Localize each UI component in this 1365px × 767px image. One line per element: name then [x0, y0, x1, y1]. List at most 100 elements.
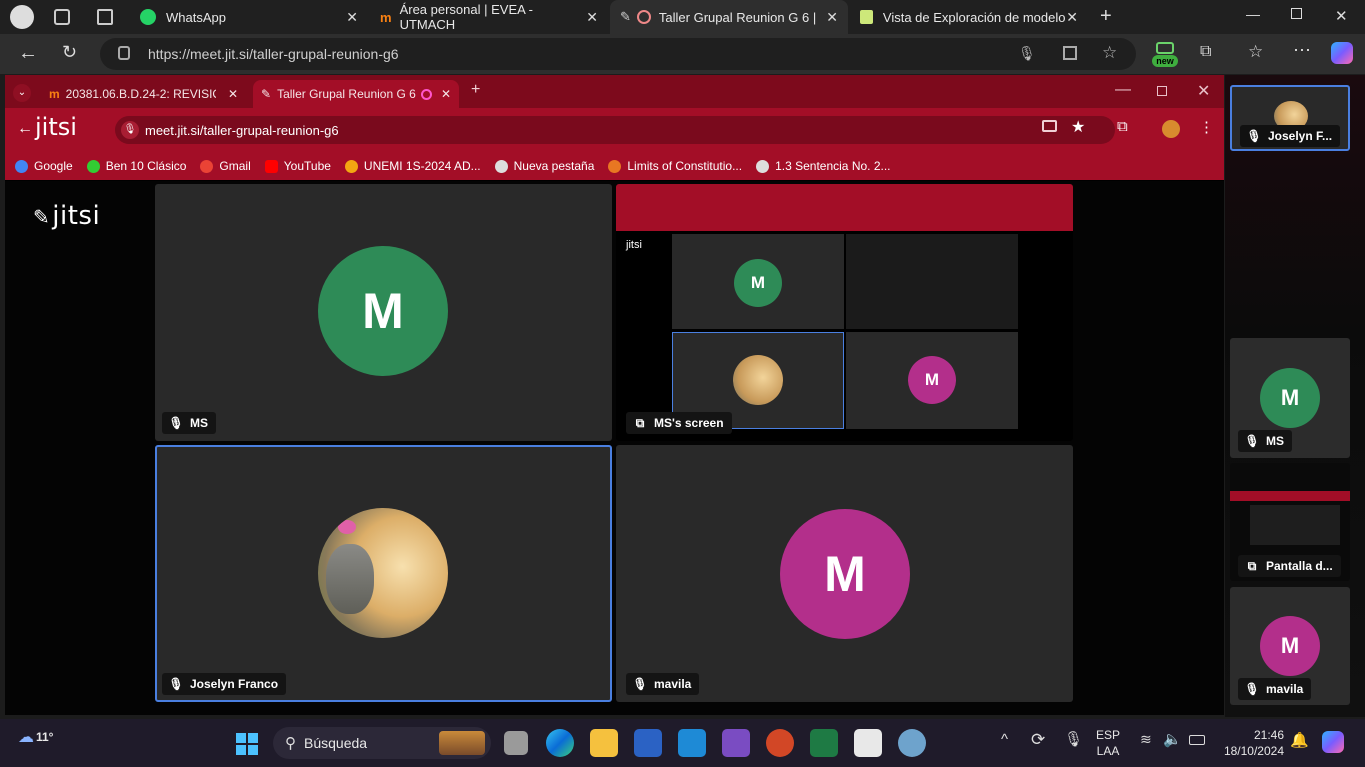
extensions-icon[interactable]: ⧉	[1200, 43, 1211, 61]
bookmark-item[interactable]: Google	[15, 159, 73, 173]
back-icon[interactable]: ←	[17, 120, 33, 138]
volume-icon[interactable]: 🔈	[1163, 730, 1182, 748]
powerpoint-icon[interactable]	[766, 729, 794, 757]
notification-bell-icon[interactable]: 🔔	[1290, 731, 1309, 749]
nested-jitsi-logo: jitsi	[626, 239, 642, 251]
tab-evea[interactable]: m Área personal | EVEA - UTMACH ✕	[370, 0, 608, 34]
whatsapp-icon	[140, 9, 156, 25]
youtube-icon	[264, 159, 278, 173]
dog-avatar	[733, 355, 783, 405]
weather-widget[interactable]: ☁ 11°	[18, 727, 53, 747]
clock[interactable]: 21:46 18/10/2024	[1220, 727, 1284, 759]
bookmark-star-icon[interactable]: ★	[1071, 117, 1085, 137]
close-icon[interactable]: ✕	[441, 87, 451, 101]
participant-tile-screen[interactable]: jitsi M M ⧉ MS's screen	[616, 184, 1073, 441]
task-view-icon[interactable]	[504, 731, 528, 755]
excel-icon[interactable]	[810, 729, 838, 757]
close-window-icon[interactable]: ✕	[1335, 7, 1348, 25]
workspaces-icon[interactable]	[54, 9, 70, 25]
close-window-icon[interactable]: ✕	[1197, 81, 1210, 101]
tab-search-icon[interactable]: ⌄	[13, 84, 31, 102]
sync-icon[interactable]: ⟳	[1031, 730, 1045, 750]
favorites-icon[interactable]: ☆	[1248, 42, 1263, 62]
tab-vista[interactable]: Vista de Exploración de modelos y ✕	[850, 0, 1088, 34]
inner-tab-jitsi[interactable]: ✎ Taller Grupal Reunion G 6 | J ✕	[253, 80, 459, 108]
mic-icon: 🎙	[121, 121, 139, 139]
search-highlight-icon	[439, 731, 485, 755]
battery-icon[interactable]	[1189, 735, 1205, 745]
wifi-icon[interactable]: ≋	[1140, 731, 1152, 748]
tab-label: Taller Grupal Reunion G 6 | J	[277, 87, 418, 101]
filmstrip-tile-ms[interactable]: M 🎙 MS	[1230, 338, 1350, 458]
refresh-icon[interactable]: ↻	[62, 42, 77, 63]
inner-url-field[interactable]: 🎙 meet.jit.si/taller-grupal-reunion-g6	[115, 116, 1115, 144]
apps-icon[interactable]	[1063, 46, 1077, 60]
new-tab-icon[interactable]: +	[471, 81, 480, 99]
taskbar: ☁ 11° ⚲ Búsqueda ^ ⟳ 🎙 ESP LAA ≋ 🔈 21:46…	[0, 719, 1365, 767]
close-icon[interactable]: ✕	[228, 87, 238, 101]
recording-icon	[421, 88, 433, 100]
mini-screen-preview	[1250, 505, 1340, 545]
tab-jitsi[interactable]: ✎ Taller Grupal Reunion G 6 | Ji ✕	[610, 0, 848, 34]
lock-icon	[118, 46, 130, 60]
snipping-tool-icon[interactable]	[854, 729, 882, 757]
word-icon[interactable]	[634, 729, 662, 757]
tab-actions-icon[interactable]	[97, 9, 113, 25]
favorite-star-icon[interactable]: ☆	[1102, 43, 1117, 63]
filmstrip-tile-mavila[interactable]: M 🎙 mavila	[1230, 587, 1350, 705]
minimize-icon[interactable]: —	[1115, 81, 1131, 99]
bookmark-item[interactable]: YouTube	[264, 159, 331, 173]
avatar: M	[318, 246, 448, 376]
participant-tile-joselyn[interactable]: 🎙 Joselyn Franco	[155, 445, 612, 702]
language-indicator[interactable]: ESP LAA	[1096, 727, 1120, 759]
minimize-icon[interactable]: —	[1246, 6, 1260, 22]
extensions-icon[interactable]: ⧉	[1117, 118, 1128, 135]
copilot-icon[interactable]	[1322, 731, 1344, 753]
mic-icon[interactable]: 🎙	[1064, 730, 1083, 748]
search-icon: ⚲	[285, 735, 296, 752]
mini-screen-preview	[1230, 491, 1350, 501]
avatar: M	[1260, 616, 1320, 676]
close-icon[interactable]: ✕	[346, 9, 358, 26]
url-field[interactable]: https://meet.jit.si/taller-grupal-reunio…	[100, 38, 1136, 70]
shared-screen-window: ⌄ m 20381.06.B.D.24-2: REVISIÓN TE ✕ ✎ T…	[5, 75, 1224, 715]
tab-whatsapp[interactable]: WhatsApp ✕	[130, 0, 368, 34]
bookmark-item[interactable]: Limits of Constitutio...	[608, 159, 742, 173]
postgres-icon[interactable]	[898, 729, 926, 757]
new-badge-icon[interactable]: new	[1152, 40, 1178, 67]
edge-app-icon[interactable]	[546, 729, 574, 757]
profile-avatar[interactable]	[10, 5, 34, 29]
new-tab-icon[interactable]: +	[1100, 5, 1112, 28]
start-button[interactable]	[236, 733, 258, 755]
file-explorer-icon[interactable]	[590, 729, 618, 757]
close-icon[interactable]: ✕	[826, 9, 838, 26]
cast-icon[interactable]	[1042, 120, 1057, 132]
bookmark-item[interactable]: UNEMI 1S-2024 AD...	[344, 159, 481, 173]
maximize-icon[interactable]	[1157, 86, 1167, 96]
bookmark-item[interactable]: 1.3 Sentencia No. 2...	[756, 159, 891, 173]
close-icon[interactable]: ✕	[586, 9, 598, 26]
chevron-up-icon[interactable]: ^	[1001, 731, 1008, 748]
edge-address-bar: ← ↻ https://meet.jit.si/taller-grupal-re…	[0, 34, 1365, 74]
profile-avatar[interactable]	[1162, 120, 1180, 138]
visual-studio-icon[interactable]	[722, 729, 750, 757]
bookmark-item[interactable]: Gmail	[200, 159, 251, 173]
maximize-icon[interactable]	[1291, 8, 1302, 19]
copilot-icon[interactable]	[1331, 42, 1353, 64]
search-box[interactable]: ⚲ Búsqueda	[273, 727, 491, 759]
participant-tile-mavila[interactable]: M 🎙 mavila	[616, 445, 1073, 702]
participant-tile-ms[interactable]: M 🎙 MS	[155, 184, 612, 441]
mic-icon[interactable]: 🎙	[1018, 45, 1036, 62]
more-icon[interactable]: ⋯	[1293, 40, 1311, 61]
more-icon[interactable]: ⋮	[1199, 118, 1214, 136]
bookmark-item[interactable]: Nueva pestaña	[494, 159, 594, 173]
participant-name-label: 🎙 Joselyn Franco	[162, 673, 287, 695]
unemi-icon	[344, 159, 358, 173]
back-icon[interactable]: ←	[18, 42, 38, 65]
filmstrip-tile-screen[interactable]: ⧉ Pantalla d...	[1230, 463, 1350, 581]
filmstrip-tile-joselyn[interactable]: 🎙 Joselyn F...	[1230, 85, 1350, 151]
vscode-icon[interactable]	[678, 729, 706, 757]
close-icon[interactable]: ✕	[1066, 9, 1078, 26]
inner-tab-revision[interactable]: m 20381.06.B.D.24-2: REVISIÓN TE ✕	[41, 80, 246, 108]
bookmark-item[interactable]: Ben 10 Clásico	[86, 159, 186, 173]
